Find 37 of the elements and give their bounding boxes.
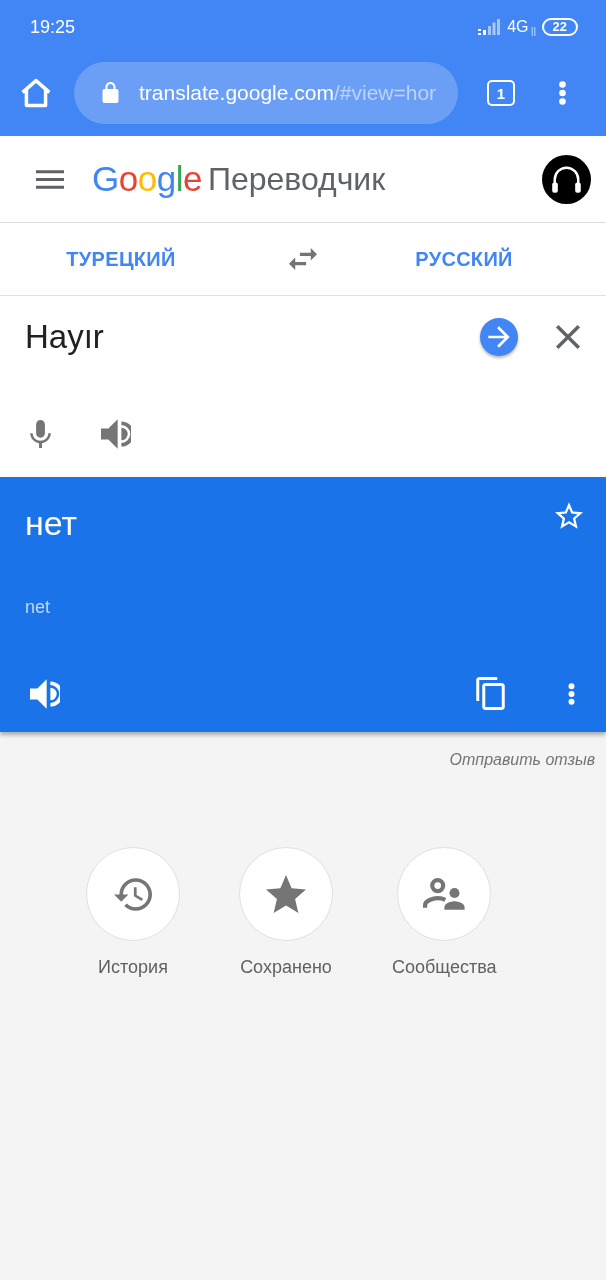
history-icon: [114, 877, 152, 911]
speaker-icon[interactable]: [30, 678, 60, 709]
star-outline-icon[interactable]: [555, 502, 583, 529]
close-icon[interactable]: [556, 325, 580, 349]
more-vertical-icon[interactable]: [559, 81, 566, 105]
swap-arrows-icon[interactable]: [289, 248, 317, 270]
more-vertical-icon[interactable]: [568, 682, 575, 705]
status-time: 19:25: [30, 16, 76, 38]
battery-indicator: 22: [541, 18, 578, 36]
shortcut-label: Сохранено: [240, 956, 332, 979]
transliteration-text: net: [25, 596, 51, 619]
target-language-button[interactable]: РУССКИЙ: [411, 239, 517, 279]
people-icon: [423, 878, 466, 910]
copy-icon[interactable]: [476, 677, 505, 710]
translation-text: нет: [25, 503, 78, 544]
send-feedback-link[interactable]: Отправить отзыв: [449, 749, 595, 771]
shortcut-label: История: [98, 956, 168, 979]
network-type: 4G: [507, 18, 529, 36]
app-title: Переводчик: [207, 160, 386, 199]
arrow-right-icon: [487, 325, 511, 349]
star-icon: [266, 875, 306, 913]
home-icon[interactable]: [21, 78, 51, 108]
lock-icon: [102, 82, 119, 104]
tab-switcher-button[interactable]: 1: [487, 80, 515, 106]
address-bar[interactable]: translate.google.com/#view=hor: [74, 62, 458, 124]
data-arrows-icon: [530, 26, 536, 36]
source-language-button[interactable]: ТУРЕЦКИЙ: [62, 239, 180, 279]
speaker-icon[interactable]: [101, 419, 131, 449]
source-text-input[interactable]: Hayır: [25, 314, 480, 360]
menu-icon[interactable]: [36, 169, 64, 189]
logo-wordmark: Google: [92, 159, 202, 199]
signal-icon: [478, 19, 501, 35]
microphone-icon[interactable]: [30, 420, 51, 448]
shortcut-label: Сообщества: [392, 956, 497, 979]
url-text: translate.google.com/#view=hor: [139, 81, 437, 105]
translate-button[interactable]: [480, 318, 518, 356]
avatar-icon[interactable]: [542, 154, 591, 204]
